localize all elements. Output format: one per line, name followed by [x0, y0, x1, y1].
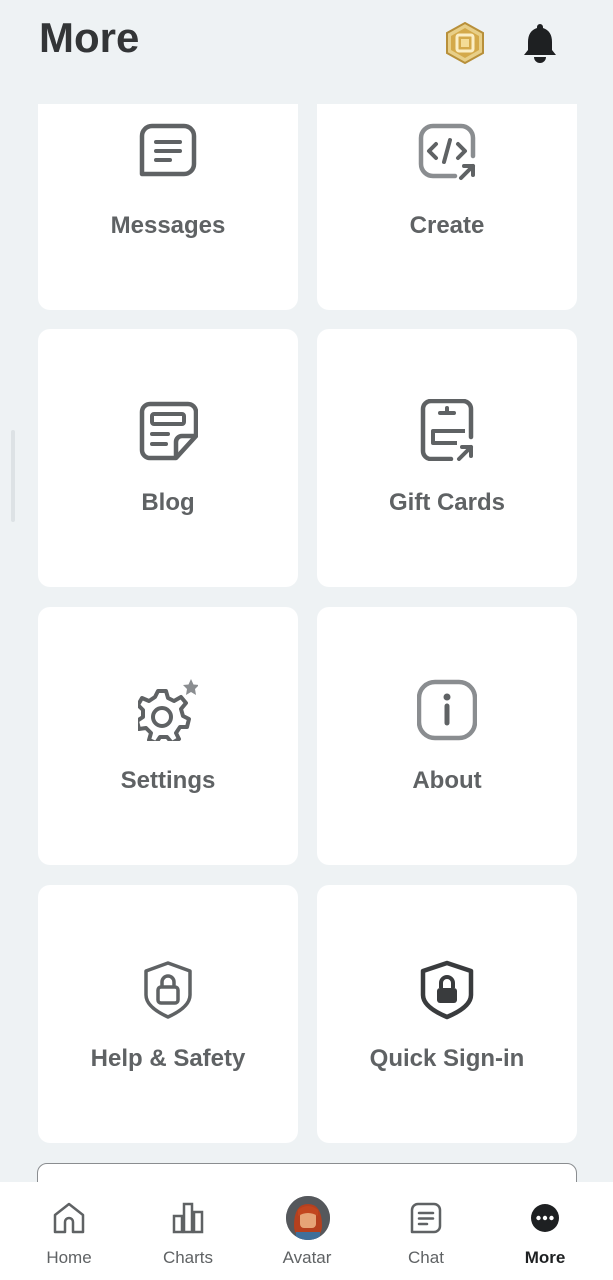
create-code-icon [418, 123, 476, 180]
charts-icon [172, 1202, 204, 1234]
settings-gear-icon [138, 679, 198, 741]
shield-lock-outline-icon [144, 961, 192, 1019]
tile-messages-label: Messages [110, 212, 226, 239]
avatar-icon [286, 1196, 330, 1240]
tile-about-label: About [412, 767, 482, 794]
header: More [0, 0, 613, 104]
scrollbar[interactable] [11, 430, 15, 522]
robux-icon[interactable] [444, 22, 486, 64]
nav-more[interactable]: More [495, 1182, 595, 1280]
nav-avatar[interactable]: Avatar [257, 1182, 357, 1280]
tile-quick-sign-in-label: Quick Sign-in [369, 1045, 525, 1072]
nav-chat[interactable]: Chat [376, 1182, 476, 1280]
page-title: More [39, 14, 140, 61]
chat-icon [410, 1202, 442, 1234]
bottom-nav: Home Charts Avatar Chat More [0, 1182, 613, 1280]
more-grid: Messages Create Blog Gift Cards Settings… [0, 0, 613, 1182]
nav-avatar-label: Avatar [282, 1248, 332, 1267]
nav-charts-label: Charts [162, 1248, 214, 1267]
tile-gift-cards-label: Gift Cards [388, 489, 505, 516]
bell-icon[interactable] [520, 22, 560, 64]
nav-home[interactable]: Home [19, 1182, 119, 1280]
tile-help-safety-label: Help & Safety [90, 1045, 246, 1072]
nav-more-label: More [524, 1248, 566, 1267]
tile-blog[interactable]: Blog [38, 329, 298, 587]
tile-quick-sign-in[interactable]: Quick Sign-in [317, 885, 577, 1143]
partial-card-below[interactable] [37, 1163, 577, 1182]
blog-icon [139, 401, 198, 461]
tile-blog-label: Blog [141, 489, 195, 516]
tile-about[interactable]: About [317, 607, 577, 865]
messages-icon [139, 123, 197, 177]
nav-charts[interactable]: Charts [138, 1182, 238, 1280]
avatar [286, 1196, 330, 1240]
nav-home-label: Home [46, 1248, 92, 1267]
shield-lock-filled-icon [420, 960, 474, 1020]
tile-settings[interactable]: Settings [38, 607, 298, 865]
home-icon [53, 1202, 85, 1234]
gift-card-icon [420, 399, 474, 461]
nav-chat-label: Chat [408, 1248, 444, 1267]
more-dots-icon [531, 1204, 559, 1232]
tile-help-safety[interactable]: Help & Safety [38, 885, 298, 1143]
tile-gift-cards[interactable]: Gift Cards [317, 329, 577, 587]
tile-settings-label: Settings [120, 767, 216, 794]
info-icon [417, 679, 477, 741]
tile-create-label: Create [409, 212, 485, 239]
